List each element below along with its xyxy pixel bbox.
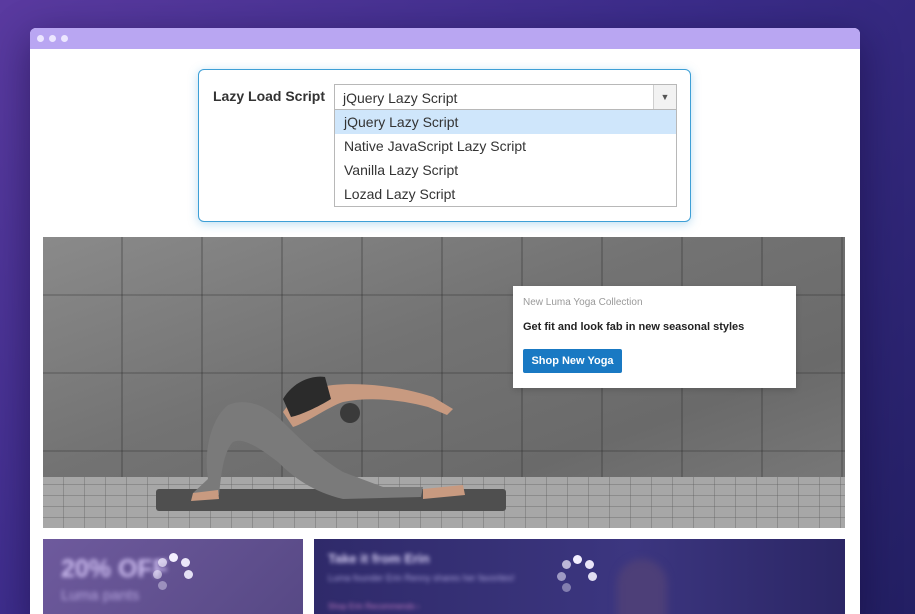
window-titlebar bbox=[30, 28, 860, 49]
yoga-head bbox=[340, 403, 360, 423]
tile-discount-title: 20% OFF bbox=[61, 555, 168, 583]
tile-erin-link[interactable]: Shop Erin Recommends › bbox=[328, 602, 420, 611]
option-jquery-lazy-script[interactable]: jQuery Lazy Script bbox=[335, 110, 676, 134]
loading-spinner-icon bbox=[557, 555, 597, 595]
browser-window: Lazy Load Script jQuery Lazy Script ▼ jQ… bbox=[30, 28, 860, 614]
promo-tile-erin[interactable]: Take it from Erin Luma founder Erin Renn… bbox=[314, 539, 845, 614]
tile-discount-subtitle: Luma pants bbox=[61, 587, 140, 604]
tile-erin-title: Take it from Erin bbox=[328, 551, 430, 566]
select-options-list: jQuery Lazy Script Native JavaScript Laz… bbox=[334, 110, 677, 207]
window-dot-icon bbox=[61, 35, 68, 42]
loading-spinner-icon bbox=[153, 553, 193, 593]
select-current-value: jQuery Lazy Script bbox=[343, 90, 458, 106]
option-vanilla-lazy-script[interactable]: Vanilla Lazy Script bbox=[335, 158, 676, 182]
chevron-down-icon[interactable]: ▼ bbox=[653, 85, 676, 109]
promo-tile-pants[interactable]: 20% OFF Luma pants bbox=[43, 539, 303, 614]
window-dot-icon bbox=[37, 35, 44, 42]
shop-new-yoga-button[interactable]: Shop New Yoga bbox=[523, 349, 622, 373]
lazy-load-script-label: Lazy Load Script bbox=[213, 88, 326, 104]
tile-erin-subtitle: Luma founder Erin Renny shares her favor… bbox=[328, 573, 515, 583]
option-lozad-lazy-script[interactable]: Lozad Lazy Script bbox=[335, 182, 676, 206]
promo-kicker: New Luma Yoga Collection bbox=[523, 297, 643, 308]
option-native-javascript-lazy-script[interactable]: Native JavaScript Lazy Script bbox=[335, 134, 676, 158]
lazy-load-script-select[interactable]: jQuery Lazy Script ▼ bbox=[334, 84, 677, 110]
promo-card: New Luma Yoga Collection Get fit and loo… bbox=[513, 286, 796, 388]
window-dot-icon bbox=[49, 35, 56, 42]
promo-headline: Get fit and look fab in new seasonal sty… bbox=[523, 321, 745, 333]
lazy-load-config-panel: Lazy Load Script jQuery Lazy Script ▼ jQ… bbox=[198, 69, 691, 222]
hero-banner: New Luma Yoga Collection Get fit and loo… bbox=[43, 237, 845, 528]
blurred-person-image bbox=[617, 559, 667, 614]
